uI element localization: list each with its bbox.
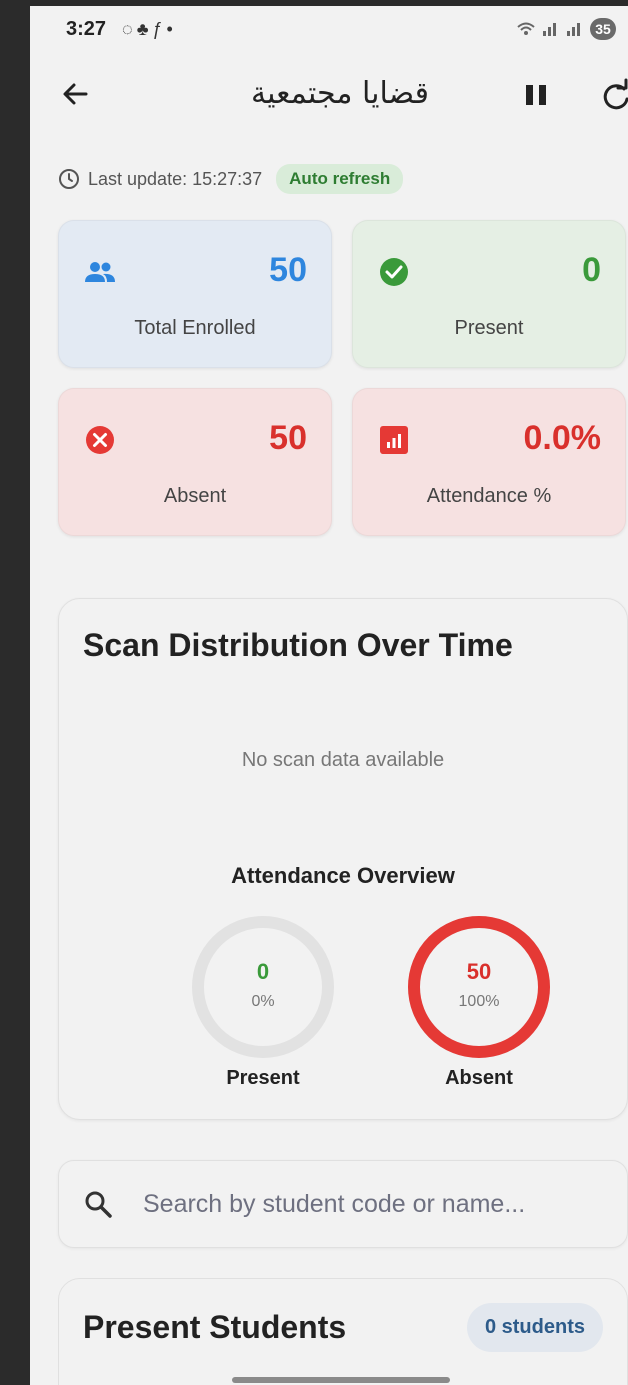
whatsapp-icon: ◌ <box>122 19 137 39</box>
search-input[interactable] <box>141 1183 605 1225</box>
present-ring-percent: 0% <box>251 993 275 1010</box>
total-enrolled-card: 50 Total Enrolled <box>58 220 332 368</box>
present-ring: 0 0% <box>191 915 335 1059</box>
app-bar: قضايا مجتمعية <box>30 62 628 126</box>
page-title: قضايا مجتمعية <box>251 76 429 111</box>
pause-button[interactable] <box>522 78 552 112</box>
absent-value: 50 <box>269 419 307 457</box>
present-ring-label: Present <box>226 1067 300 1089</box>
battery-icon: 35 <box>590 18 616 40</box>
auto-refresh-badge: Auto refresh <box>276 164 404 194</box>
status-time: 3:27 <box>66 18 107 40</box>
search-box[interactable] <box>58 1160 628 1248</box>
no-data-message: No scan data available <box>241 749 445 771</box>
present-card: 0 Present <box>352 220 626 368</box>
refresh-button[interactable] <box>596 76 628 116</box>
attendance-percent-card: 0.0% Attendance % <box>352 388 626 536</box>
check-circle-icon <box>380 258 408 286</box>
attendance-percent-label: Attendance % <box>426 485 552 507</box>
search-icon <box>85 1191 112 1218</box>
present-value: 0 <box>582 251 601 289</box>
snapchat-icon: ♣ <box>136 19 153 39</box>
attendance-overview-title: Attendance Overview <box>231 863 455 888</box>
status-bar: 3:27 ◌♣ƒ• 35 <box>30 6 628 52</box>
absent-ring-value: 50 <box>466 959 492 984</box>
dot-icon: • <box>166 19 177 39</box>
status-right: 35 <box>516 18 616 40</box>
attendance-percent-value: 0.0% <box>523 419 602 457</box>
last-update-row: Last update: 15:27:37 Auto refresh <box>58 164 404 194</box>
scan-distribution-card: Scan Distribution Over Time No scan data… <box>58 598 628 1120</box>
cancel-circle-icon <box>86 426 114 454</box>
absent-card: 50 Absent <box>58 388 332 536</box>
present-label: Present <box>454 317 524 339</box>
signal-icon-2 <box>567 23 580 36</box>
scan-distribution-title: Scan Distribution Over Time <box>83 627 513 663</box>
absent-ring-label: Absent <box>445 1067 513 1089</box>
absent-ring-arc <box>408 916 550 1058</box>
total-enrolled-value: 50 <box>269 251 307 289</box>
threads-icon: ƒ <box>152 19 167 39</box>
people-icon <box>85 262 115 282</box>
app-screen: 3:27 ◌♣ƒ• 35 قضايا مجتمعية Last update: … <box>30 6 628 1385</box>
signal-icon <box>543 23 556 36</box>
present-students-card: Present Students 0 students <box>58 1278 628 1385</box>
clock-icon <box>59 169 79 189</box>
wifi-icon <box>517 22 535 35</box>
notification-icons: ◌♣ƒ• <box>122 19 177 40</box>
present-ring-chart <box>192 916 334 1058</box>
bar-chart-icon <box>380 426 408 454</box>
absent-ring-chart <box>408 916 550 1058</box>
absent-ring: 50 100% <box>407 915 551 1059</box>
present-ring-value: 0 <box>256 959 270 984</box>
absent-ring-percent: 100% <box>458 993 500 1010</box>
last-update-text: Last update: 15:27:37 <box>88 168 263 189</box>
back-button[interactable] <box>56 74 96 114</box>
total-enrolled-label: Total Enrolled <box>134 317 256 339</box>
students-count-badge: 0 students <box>466 1303 603 1352</box>
home-indicator[interactable] <box>232 1377 450 1383</box>
absent-label: Absent <box>163 485 227 507</box>
present-students-title: Present Students <box>83 1309 347 1345</box>
